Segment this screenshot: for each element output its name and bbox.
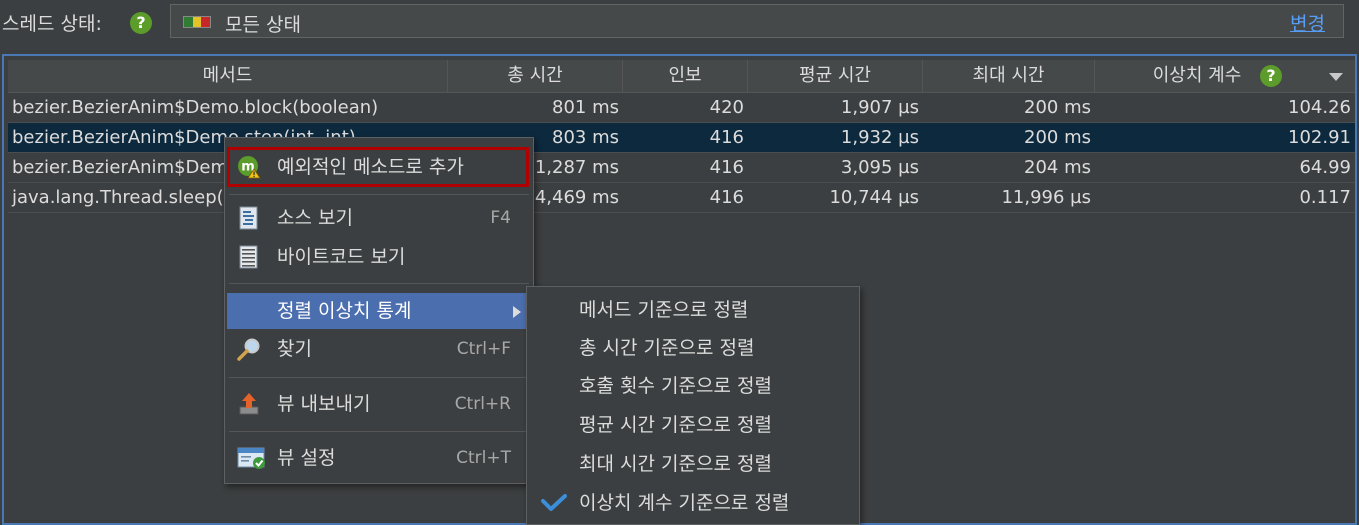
- thread-state-color-icon: [183, 16, 211, 28]
- thread-status-value: 모든 상태: [225, 14, 301, 36]
- menu-item-view-bytecode[interactable]: 바이트코드 보기: [227, 239, 531, 275]
- column-header-invocations[interactable]: 인보: [623, 60, 748, 92]
- menu-separator: [229, 431, 529, 432]
- menu-item-export-view[interactable]: 뷰 내보내기 Ctrl+R: [227, 386, 531, 422]
- menu-separator: [229, 377, 529, 378]
- submenu-arrow-icon: [513, 306, 521, 318]
- submenu-item-sort-by-method[interactable]: 메서드 기준으로 정렬: [529, 291, 857, 329]
- menu-separator: [229, 194, 529, 195]
- table-row[interactable]: bezier.BezierAnim$Demo.paint(Graphics2D)…: [8, 153, 1355, 183]
- thread-status-field[interactable]: 모든 상태 변경: [170, 4, 1344, 38]
- thread-status-help-icon[interactable]: ?: [130, 12, 152, 34]
- sort-submenu: 메서드 기준으로 정렬 총 시간 기준으로 정렬 호출 횟수 기준으로 정렬 평…: [526, 286, 860, 525]
- checkmark-icon: [541, 494, 567, 512]
- table-row[interactable]: bezier.BezierAnim$Demo.block(boolean) 80…: [8, 93, 1355, 123]
- submenu-item-sort-by-outlier-coefficient[interactable]: 이상치 계수 기준으로 정렬: [529, 484, 857, 522]
- outlier-help-icon[interactable]: ?: [1260, 65, 1282, 87]
- menu-separator: [229, 283, 529, 284]
- submenu-item-sort-by-max-time[interactable]: 최대 시간 기준으로 정렬: [529, 445, 857, 483]
- bytecode-icon: [237, 245, 261, 269]
- column-header-outlier-coefficient[interactable]: 이상치 계수 ?: [1095, 60, 1355, 92]
- change-link[interactable]: 변경: [1290, 9, 1325, 36]
- view-settings-icon: [237, 446, 267, 470]
- annotation-highlight-box: [227, 147, 529, 187]
- submenu-item-sort-by-invocations[interactable]: 호출 횟수 기준으로 정렬: [529, 367, 857, 405]
- column-header-max-time[interactable]: 최대 시간: [923, 60, 1095, 92]
- context-menu: m 예외적인 메소드로 추가 소스 보기 F4 바이트코드 보기 정렬 이상치 …: [224, 137, 534, 484]
- submenu-item-sort-by-total-time[interactable]: 총 시간 기준으로 정렬: [529, 329, 857, 367]
- sort-descending-icon: [1329, 73, 1343, 81]
- menu-item-view-source[interactable]: 소스 보기 F4: [227, 200, 531, 236]
- table-header: 메서드 총 시간 인보 평균 시간 최대 시간 이상치 계수 ?: [8, 60, 1355, 93]
- submenu-item-sort-by-average-time[interactable]: 평균 시간 기준으로 정렬: [529, 406, 857, 444]
- column-header-average-time[interactable]: 평균 시간: [748, 60, 923, 92]
- menu-item-sort-outlier-stats[interactable]: 정렬 이상치 통계: [227, 293, 531, 329]
- export-icon: [237, 392, 261, 416]
- menu-item-view-settings[interactable]: 뷰 설정 Ctrl+T: [227, 440, 531, 476]
- source-file-icon: [237, 206, 261, 230]
- magnifier-icon: [237, 337, 261, 361]
- column-header-method[interactable]: 메서드: [8, 60, 448, 92]
- thread-status-bar: 스레드 상태: ? 모든 상태 변경: [0, 0, 1359, 46]
- thread-status-label: 스레드 상태:: [2, 13, 102, 35]
- table-row[interactable]: java.lang.Thread.sleep(long) 4,469 ms 41…: [8, 183, 1355, 213]
- column-header-total-time[interactable]: 총 시간: [448, 60, 623, 92]
- table-row-selected[interactable]: bezier.BezierAnim$Demo.step(int, int) 80…: [8, 123, 1355, 153]
- menu-item-find[interactable]: 찾기 Ctrl+F: [227, 331, 531, 367]
